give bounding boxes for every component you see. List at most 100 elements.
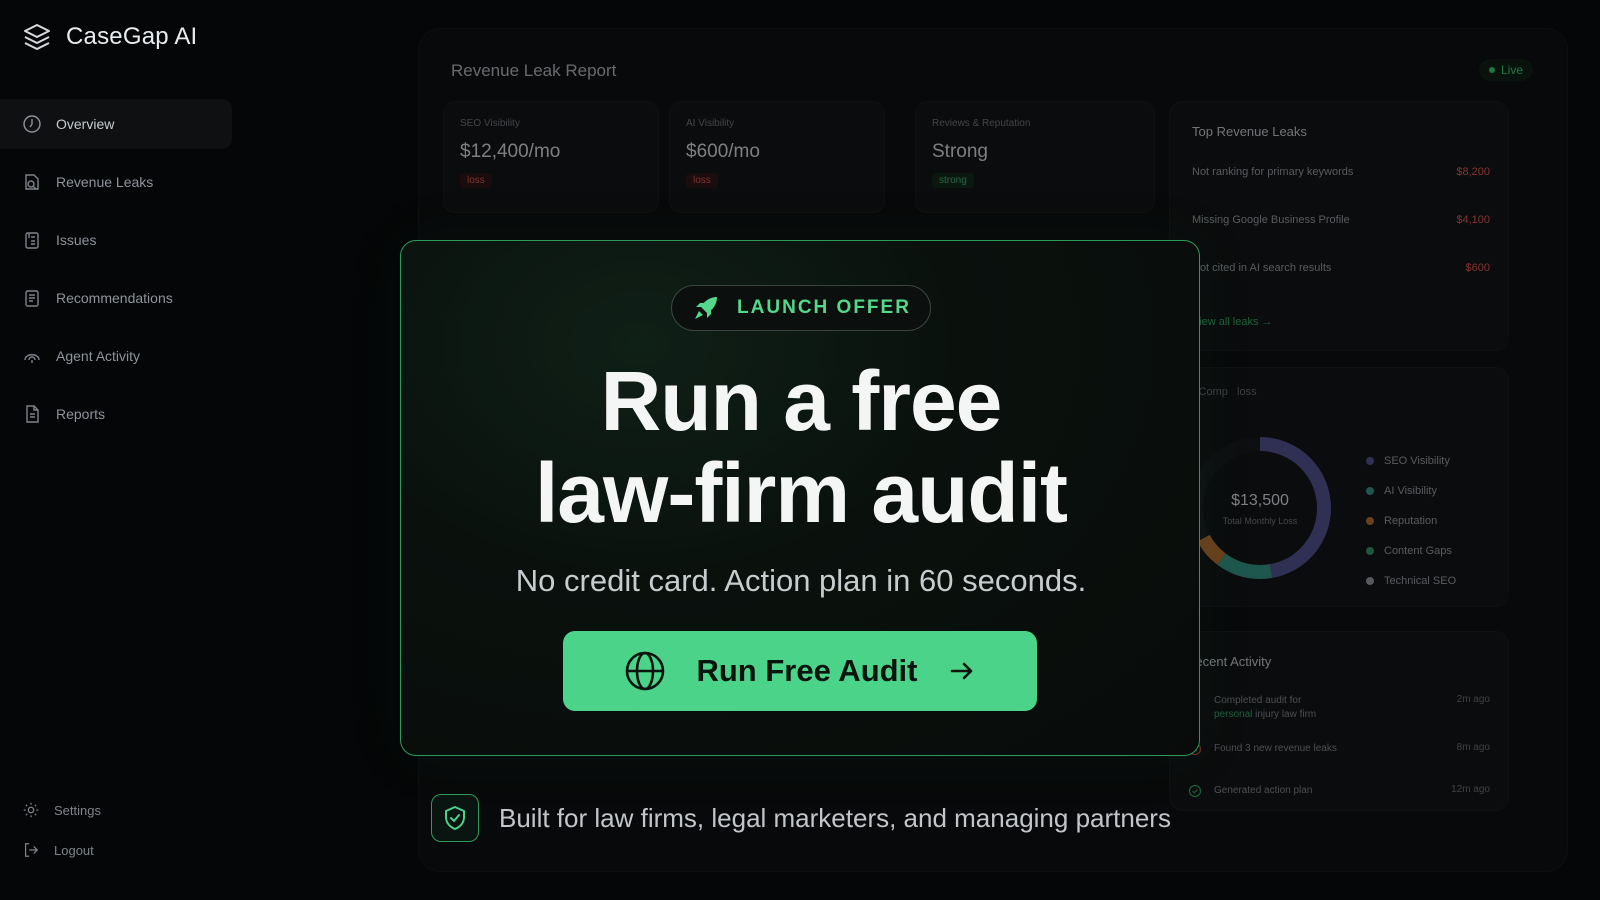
top-leaks-title: Top Revenue Leaks <box>1192 124 1307 139</box>
metric-value: $600/mo <box>686 141 760 162</box>
top-leaks-card: Top Revenue Leaks Not ranking for primar… <box>1169 101 1509 351</box>
issues-icon <box>25 232 39 249</box>
legend-swatch <box>1366 577 1374 585</box>
sidebar-item-label: Overview <box>56 116 115 132</box>
cta-label: Run Free Audit <box>696 653 918 688</box>
metric-badge: loss <box>460 173 492 188</box>
activity-text: Generated action plan <box>1214 785 1313 796</box>
settings-label: Settings <box>54 802 101 818</box>
sidebar-item-label: Reports <box>56 406 106 422</box>
metric-card-seo[interactable]: SEO Visibility $12,400/mo loss <box>443 101 659 213</box>
modal-subhead: No credit card. Action plan in 60 second… <box>515 563 1087 598</box>
settings-button[interactable]: Settings <box>0 790 232 830</box>
breakdown-label-b: loss <box>1237 386 1257 398</box>
leak-label: Missing Google Business Profile <box>1192 214 1350 226</box>
leak-row[interactable]: Missing Google Business Profile $4,100 <box>1192 214 1490 234</box>
activity-time: 12m ago <box>1451 784 1490 795</box>
total-loss-label: Total Monthly Loss <box>1222 516 1298 526</box>
logout-button[interactable]: Logout <box>0 830 232 870</box>
legend-item: Reputation <box>1366 506 1456 536</box>
shield-check-icon <box>445 806 465 830</box>
leak-label: Not ranking for primary keywords <box>1192 166 1354 178</box>
view-all-leaks-link[interactable]: View all leaks → <box>1192 316 1273 328</box>
headline-line-1: Run a free <box>600 354 1003 448</box>
launch-offer-pill: LAUNCH OFFER <box>671 285 931 331</box>
sidebar-item-label: Issues <box>56 232 97 248</box>
logout-icon <box>24 843 39 857</box>
recent-activity-card: Recent Activity Completed audit for perso… <box>1169 631 1509 811</box>
arrow-right-icon <box>950 662 972 680</box>
leak-row[interactable]: Not ranking for primary keywords $8,200 <box>1192 166 1490 186</box>
metric-label: AI Visibility <box>686 118 735 129</box>
legend-item: SEO Visibility <box>1366 446 1456 476</box>
sidebar-item-label: Recommendations <box>56 290 173 306</box>
sidebar-item-reports[interactable]: Reports <box>0 389 232 439</box>
rocket-icon <box>695 297 718 319</box>
metric-label: SEO Visibility <box>460 118 520 129</box>
sidebar: CaseGap AI Overview Revenue Leaks Issues… <box>0 0 240 900</box>
live-dot-icon <box>1488 67 1495 73</box>
loss-breakdown-card: FerComp loss $13,500 Total Monthly Loss … <box>1169 367 1509 607</box>
brand-name: CaseGap AI <box>66 23 198 50</box>
legend-swatch <box>1366 547 1374 555</box>
recommendations-icon <box>25 290 39 307</box>
gear-icon <box>23 802 39 818</box>
live-label: Live <box>1500 63 1523 77</box>
launch-offer-label: LAUNCH OFFER <box>737 297 911 318</box>
sidebar-item-recommendations[interactable]: Recommendations <box>0 273 232 323</box>
sidebar-item-issues[interactable]: Issues <box>0 215 232 265</box>
activity-text: Found 3 new revenue leaks <box>1214 743 1337 754</box>
revenue-leaks-icon <box>25 174 39 190</box>
activity-row[interactable]: Found 3 new revenue leaks 8m ago <box>1188 742 1490 756</box>
globe-icon <box>626 651 665 691</box>
modal-headline: Run a free law-firm audit <box>401 355 1201 539</box>
legend-swatch <box>1366 487 1374 495</box>
donut-center: $13,500 Total Monthly Loss <box>1190 492 1330 526</box>
activity-row[interactable]: Generated action plan 12m ago <box>1188 784 1490 798</box>
dashboard-title: Revenue Leak Report <box>451 61 617 80</box>
leak-amount: $4,100 <box>1456 214 1490 226</box>
activity-row[interactable]: Completed audit for personal injury law f… <box>1188 694 1490 722</box>
legend-item: Content Gaps <box>1366 536 1456 566</box>
launch-offer-modal: LAUNCH OFFER Run a free law-firm audit N… <box>400 240 1200 756</box>
activity-text: Completed audit for personal injury law f… <box>1214 694 1457 722</box>
layers-logo-icon <box>24 24 50 50</box>
total-loss-value: $13,500 <box>1231 492 1289 509</box>
metric-label: Reviews & Reputation <box>932 118 1031 129</box>
activity-highlight: personal <box>1214 709 1253 720</box>
metric-card-ai[interactable]: AI Visibility $600/mo loss <box>669 101 885 213</box>
reports-icon <box>26 405 39 423</box>
sidebar-item-agent-activity[interactable]: Agent Activity <box>0 331 232 381</box>
metric-badge: loss <box>686 173 718 188</box>
live-badge: Live <box>1478 59 1533 81</box>
built-for-text: Built for law firms, legal marketers, an… <box>499 802 1171 833</box>
leak-amount: $8,200 <box>1456 166 1490 178</box>
legend-swatch <box>1366 457 1374 465</box>
activity-time: 8m ago <box>1456 742 1490 753</box>
sidebar-item-revenue-leaks[interactable]: Revenue Leaks <box>0 157 232 207</box>
metric-value: Strong <box>932 141 988 162</box>
activity-text-after: injury law firm <box>1252 709 1317 720</box>
logout-label: Logout <box>54 842 94 858</box>
leak-amount: $600 <box>1465 262 1490 274</box>
legend-swatch <box>1366 517 1374 525</box>
legend-label: SEO Visibility <box>1384 455 1450 467</box>
sidebar-nav: Overview Revenue Leaks Issues Recommenda… <box>0 99 232 447</box>
leak-row[interactable]: Not cited in AI search results $600 <box>1192 262 1490 282</box>
overview-icon <box>23 115 41 133</box>
sidebar-bottom: Settings Logout <box>0 790 232 870</box>
leak-label: Not cited in AI search results <box>1192 262 1332 274</box>
metric-value: $12,400/mo <box>460 141 561 162</box>
headline-line-2: law-firm audit <box>534 446 1068 540</box>
sidebar-item-overview[interactable]: Overview <box>0 99 232 149</box>
legend-label: Technical SEO <box>1384 575 1457 587</box>
activity-text-main: Completed audit for <box>1214 695 1302 706</box>
agent-activity-icon <box>24 354 40 363</box>
brand[interactable]: CaseGap AI <box>22 22 197 52</box>
legend-label: Reputation <box>1384 515 1438 527</box>
sidebar-item-label: Revenue Leaks <box>56 174 154 190</box>
metric-card-reviews[interactable]: Reviews & Reputation Strong strong <box>915 101 1155 213</box>
run-free-audit-button[interactable]: Run Free Audit <box>563 631 1037 711</box>
shield-badge <box>431 794 479 842</box>
legend-item: AI Visibility <box>1366 476 1456 506</box>
